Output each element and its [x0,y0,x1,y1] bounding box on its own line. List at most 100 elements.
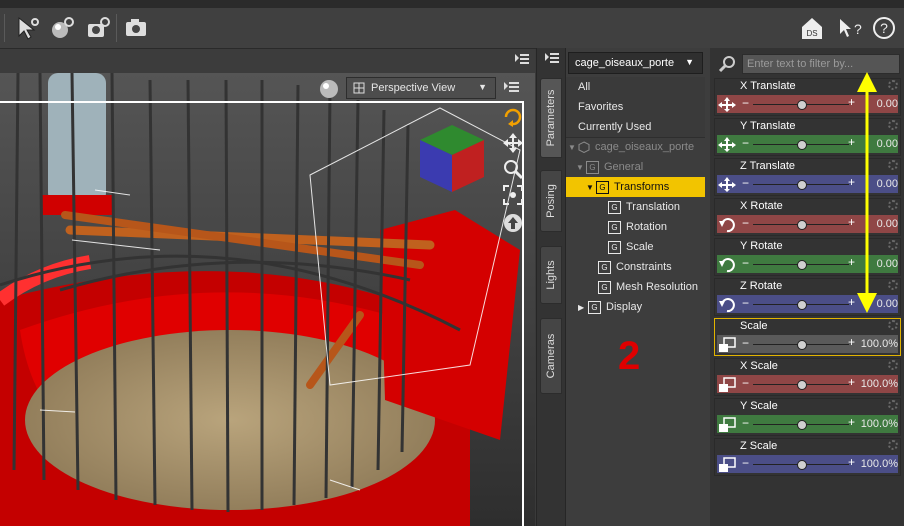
increment-button[interactable]: + [848,415,855,429]
viewport-header [0,49,535,73]
slider-knob[interactable] [797,340,807,350]
decrement-button[interactable]: − [742,416,749,430]
filter-currently-used[interactable]: Currently Used [566,117,705,138]
slider-knob[interactable] [797,380,807,390]
tab-label: Cameras [545,333,557,379]
rotate-icon [719,298,735,313]
param-name: X Rotate [740,200,783,212]
help-icon[interactable]: ? [870,14,898,42]
slider-knob[interactable] [797,220,807,230]
tree-item-translation[interactable]: G Translation [566,197,705,217]
expand-triangle-icon[interactable]: ▶ [578,298,588,318]
viewport-menu-icon[interactable] [503,79,521,95]
gear-icon[interactable] [888,400,898,410]
gear-icon[interactable] [888,120,898,130]
tree-item-transforms[interactable]: ▼ G Transforms [566,177,705,197]
decrement-button[interactable]: − [742,336,749,350]
gear-icon[interactable] [888,320,898,330]
group-icon: G [588,300,601,314]
slider-knob[interactable] [797,180,807,190]
param-name: Y Translate [740,120,796,132]
draw-style-sphere-icon[interactable] [318,78,340,100]
tab-parameters[interactable]: Parameters [540,78,562,158]
decrement-button[interactable]: − [742,456,749,470]
increment-button[interactable]: + [848,455,855,469]
param-value[interactable]: 100.0% [861,458,898,470]
decrement-button[interactable]: − [742,96,749,110]
expand-triangle-icon[interactable]: ▼ [576,158,586,178]
group-icon: G [586,160,599,174]
param-row-z-scale[interactable]: Z Scale − +100.0% [714,438,901,476]
slider-knob[interactable] [797,100,807,110]
slider-knob[interactable] [797,420,807,430]
rotate-icon [719,218,735,233]
scale-icon [719,457,736,472]
param-value[interactable]: 100.0% [861,338,898,350]
search-icon[interactable] [718,54,738,74]
slider-knob[interactable] [797,300,807,310]
annotation-arrow [857,72,877,313]
param-value[interactable]: 100.0% [861,418,898,430]
reset-icon[interactable] [502,212,524,234]
gear-icon[interactable] [888,200,898,210]
decrement-button[interactable]: − [742,176,749,190]
camera-icon[interactable] [122,14,150,42]
tree-item-rotation[interactable]: G Rotation [566,217,705,237]
main-toolbar: DS ? ? [0,8,904,49]
decrement-button[interactable]: − [742,256,749,270]
tree-item-label: Mesh Resolution [616,281,698,293]
slider-knob[interactable] [797,260,807,270]
param-name: Scale [740,320,768,332]
tab-label: Parameters [545,89,557,147]
pan-icon[interactable] [502,132,524,154]
slider-knob[interactable] [797,140,807,150]
tree-item-label: Constraints [616,261,672,273]
tab-lights[interactable]: Lights [540,246,562,304]
tab-cameras[interactable]: Cameras [540,318,562,394]
tree-item-mesh-resolution[interactable]: G Mesh Resolution [566,277,705,297]
zoom-icon[interactable] [502,158,524,180]
gear-icon[interactable] [888,280,898,290]
filter-label: Currently Used [578,121,652,133]
param-row-scale[interactable]: Scale − +100.0% [714,318,901,356]
expand-triangle-icon[interactable]: ▼ [568,138,578,158]
tree-item-node[interactable]: ▼ cage_oiseaux_porte [566,137,705,157]
increment-button[interactable]: + [848,375,855,389]
panel-menu-icon[interactable] [514,51,530,65]
param-row-y-scale[interactable]: Y Scale − +100.0% [714,398,901,436]
tree-item-constraints[interactable]: G Constraints [566,257,705,277]
frame-icon[interactable] [502,184,524,206]
gear-icon[interactable] [888,240,898,250]
tree-item-general[interactable]: ▼ G General [566,157,705,177]
help-pointer-icon[interactable]: ? [834,14,862,42]
param-row-x-scale[interactable]: X Scale − +100.0% [714,358,901,396]
decrement-button[interactable]: − [742,136,749,150]
tree-item-label: cage_oiseaux_porte [595,141,695,153]
tree-item-scale[interactable]: G Scale [566,237,705,257]
filter-favorites[interactable]: Favorites [566,97,705,118]
cursor-select-icon[interactable] [14,14,42,42]
sphere-light-icon[interactable] [48,14,76,42]
gear-icon[interactable] [888,160,898,170]
gear-icon[interactable] [888,440,898,450]
decrement-button[interactable]: − [742,296,749,310]
increment-button[interactable]: + [848,335,855,349]
filter-all[interactable]: All [566,77,705,98]
orbit-icon[interactable] [502,106,524,128]
home-ds-icon[interactable]: DS [798,14,826,42]
node-select-dropdown[interactable]: cage_oiseaux_porte ▼ [568,52,703,74]
gear-icon[interactable] [888,80,898,90]
camera-select-dropdown[interactable]: Perspective View ▼ [346,77,496,99]
pane-menu-icon[interactable] [544,50,560,64]
decrement-button[interactable]: − [742,216,749,230]
tab-posing[interactable]: Posing [540,170,562,232]
gear-icon[interactable] [888,360,898,370]
render-settings-icon[interactable] [84,14,112,42]
param-name: Z Scale [740,440,778,452]
slider-knob[interactable] [797,460,807,470]
param-value[interactable]: 100.0% [861,378,898,390]
expand-triangle-icon[interactable]: ▼ [586,178,596,198]
decrement-button[interactable]: − [742,376,749,390]
tree-item-label: General [604,161,644,173]
tree-item-display[interactable]: ▶ G Display [566,297,705,317]
